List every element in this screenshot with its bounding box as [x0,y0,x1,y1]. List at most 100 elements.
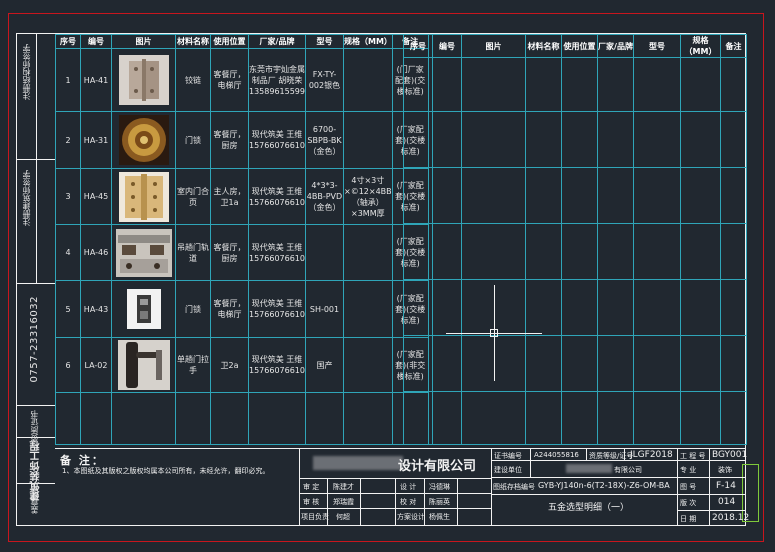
model: 国产 [304,337,344,393]
header-cell: 备注 [720,34,747,58]
brand: 现代筑美 王维 15766076610 [248,224,306,281]
signature-cell-structure: 注册结构师签字 [17,34,55,160]
header-cell: 型号 [633,34,681,58]
brand: 东莞市宇灿金属制品厂 胡晓荣 13589615599 [248,48,306,112]
row-number: 1 [55,48,81,112]
cert-cell: 资质证书 [17,406,55,442]
signature-label-structure: 注册结构师签字 [22,44,31,100]
drawing-file-value: GYB-YJ140n-6(T2-18X)-Z6-OM-BA [538,481,670,490]
proj-lead-name: 何超 [336,513,350,521]
material-name: 门锁 [175,280,211,338]
brand: 现代筑美 王维 15766076610 [248,337,306,393]
location: 客餐厅，厨房 [210,224,249,281]
review-name: 郑瑞霞 [333,498,354,506]
row-number: 2 [55,111,81,169]
brand: 现代筑美 王维 15766076610 [248,111,306,169]
material-name: 室内门合页 [175,168,211,225]
table-row-empty [55,392,429,445]
header-cell: 序号 [55,34,81,49]
item-code: LA-02 [80,337,112,393]
qualif-label: 资质等级/证号 [589,452,634,460]
table-row: 6 LA-02 单趟门拉手 卫2a 现代筑美 王维 15766076610 国产… [55,337,429,393]
sheet-value: F-14 [716,481,736,491]
header-cell: 图片 [461,34,526,58]
header-cell: 图片 [111,34,176,49]
company-name-redaction [313,456,403,470]
header-cell: 型号 [304,34,344,49]
project-no-label: 工 程 号 [680,452,706,460]
review-label: 审 核 [303,498,320,506]
item-code: HA-31 [80,111,112,169]
table-row: 1 HA-41 铰链 客餐厅，电梯厅 东莞市宇灿金属制品厂 胡晓荣 135896… [55,48,429,112]
proj-lead-label: 项目负责 [301,513,329,521]
date-value: 2018.12 [712,513,750,523]
stamp-cell: 盖章区 [17,484,55,525]
hardware-table-blank: 序号 编号 图片 材料名称 使用位置 厂家/品牌 型号 规格（MM） 备注 [403,34,747,445]
discipline-label: 专 业 [680,466,697,474]
photo-lock [111,280,176,338]
phone-cell: 0757-23316032 [17,284,55,406]
header-cell: 厂家/品牌 [597,34,634,58]
model: FX-TY-002银色 [304,48,344,112]
approve-name: 陈建才 [333,483,354,491]
model: 4*3*3-4BB-PVD（金色） [304,168,344,225]
location: 客餐厅，厨房 [210,111,249,169]
client-label: 建设单位 [494,466,522,474]
photo-sliding-track [111,224,176,281]
table-row: 2 HA-31 门锁 客餐厅，厨房 现代筑美 王维 15766076610 67… [55,111,429,169]
row-number: 4 [55,224,81,281]
approve-label: 审 定 [303,483,320,491]
model: 6700-SBPB-BK（金色） [304,111,344,169]
drawing-title: 五金选型明细（一） [548,503,630,513]
table-header-row: 序号 编号 图片 材料名称 使用位置 厂家/品牌 型号 规格（MM） 备注 [403,34,747,58]
header-cell: 材料名称 [525,34,562,58]
location: 卫2a [210,337,249,393]
version-label: 版 次 [680,499,697,507]
row-number: 6 [55,337,81,393]
spec: 4寸×3寸×©12×4BB（轴承）×3MM厚 [342,168,393,225]
client-value: 有限公司 [614,466,642,474]
header-cell: 序号 [403,34,433,58]
header-cell: 编号 [80,34,112,49]
header-cell: 规格（MM） [342,34,393,49]
row-number: 5 [55,280,81,338]
header-cell: 厂家/品牌 [248,34,306,49]
cert-value: A244055816 [534,451,579,459]
draw-label: 方案设计 [397,513,425,521]
spec [342,280,393,338]
client-redaction [566,464,612,473]
sheet-label: 图 号 [680,483,697,491]
item-code: HA-45 [80,168,112,225]
photo-hinge [111,48,176,112]
material-name: 铰链 [175,48,211,112]
notes-area: 备 注： 1、本图纸及其版权之版权均属本公司所有，未经允许，翻印必究。 [55,448,299,526]
hardware-table: 序号 编号 图片 材料名称 使用位置 厂家/品牌 型号 规格（MM） 备注 1 … [55,34,429,445]
photo-door-lock [111,111,176,169]
item-code: HA-41 [80,48,112,112]
signature-label-architect: 注册建筑师签字 [22,170,31,226]
notes-text: 1、本图纸及其版权之版权均属本公司所有，未经允许，翻印必究。 [62,467,270,475]
cad-cursor-pickbox [490,329,498,337]
location: 客餐厅，电梯厅 [210,280,249,338]
item-code: HA-43 [80,280,112,338]
header-cell: 使用位置 [210,34,249,49]
phone-number: 0757-23316032 [29,296,40,383]
company-type-cell: 建筑装饰工程 [17,438,55,501]
item-code: HA-46 [80,224,112,281]
model: SH-001 [304,280,344,338]
spec [342,337,393,393]
spec [342,48,393,112]
signature-cell-architect: 注册建筑师签字 [17,160,55,284]
spec [342,224,393,281]
location: 客餐厅，电梯厅 [210,48,249,112]
model [304,224,344,281]
brand: 现代筑美 王维 15766076610 [248,280,306,338]
photo-handle [111,337,176,393]
header-cell: 编号 [432,34,462,58]
location: 主人房，卫1a [210,168,249,225]
spec [342,111,393,169]
table-row: 3 HA-45 室内门合页 主人房，卫1a 现代筑美 王维 1576607661… [55,168,429,225]
photo-interior-hinge [111,168,176,225]
draw-name: 杨佩生 [429,513,450,521]
row-number: 3 [55,168,81,225]
